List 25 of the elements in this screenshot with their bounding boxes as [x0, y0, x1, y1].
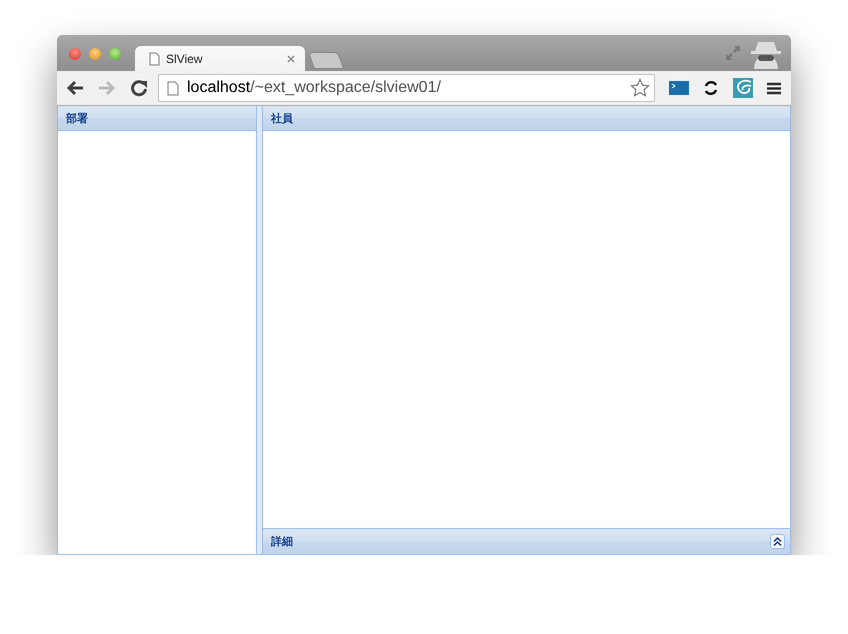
minimize-light[interactable] — [89, 48, 101, 60]
star-icon[interactable] — [630, 78, 650, 98]
fullscreen-icon[interactable] — [725, 45, 741, 61]
incognito-icon — [749, 39, 783, 69]
new-tab-button[interactable] — [308, 52, 344, 69]
address-bar[interactable]: localhost/~ext_workspace/slview01/ — [158, 74, 655, 102]
zoom-light[interactable] — [109, 48, 121, 60]
sync-icon[interactable] — [703, 80, 719, 96]
tab-title: SlView — [166, 52, 202, 66]
panel-title: 社員 — [271, 112, 293, 126]
back-icon[interactable] — [66, 80, 84, 96]
forward-icon[interactable] — [98, 80, 116, 96]
panel-title: 詳細 — [271, 534, 293, 549]
page-icon — [167, 80, 179, 96]
terminal-icon[interactable] — [669, 80, 689, 96]
menu-icon[interactable] — [767, 82, 781, 94]
page-icon — [149, 52, 160, 66]
double-chevron-up-icon — [773, 537, 782, 546]
swirl-icon[interactable] — [733, 78, 753, 98]
expand-button[interactable] — [770, 534, 785, 549]
browser-tab[interactable]: SlView — [135, 46, 305, 71]
reload-icon[interactable] — [130, 79, 148, 97]
close-icon[interactable] — [287, 54, 295, 62]
panel-title: 部署 — [66, 112, 88, 126]
url-text: localhost/~ext_workspace/slview01/ — [187, 79, 441, 97]
